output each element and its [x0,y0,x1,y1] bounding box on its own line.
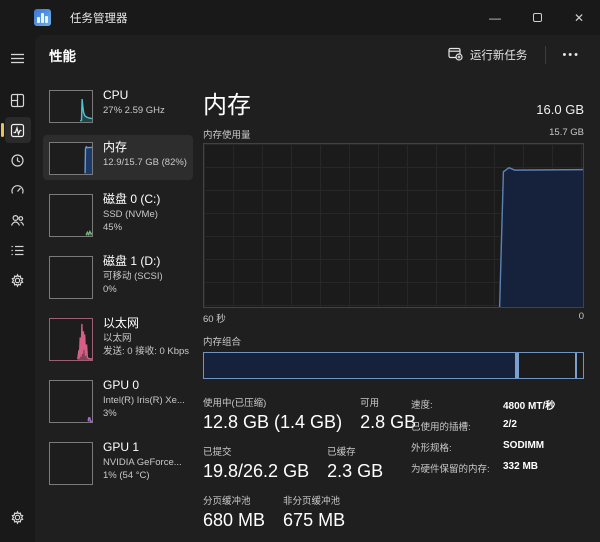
sidebar-item-sub: 发送: 0 接收: 0 Kbps [103,345,187,359]
memory-composition-bar[interactable] [203,352,584,379]
settings-gear-icon [10,510,25,525]
stat-committed: 已提交 19.8/26.2 GB [203,444,309,482]
services-cog-icon [10,273,25,288]
page-title: 性能 [49,45,76,65]
sidebar-item-title: CPU [103,88,165,104]
stat-slots-used: 已使用的插槽: 2/2 [411,419,584,433]
stat-in-use: 使用中(已压缩) 12.8 GB (1.4 GB) [203,395,342,433]
more-options-button[interactable]: ••• [556,45,586,65]
sidebar-item-sub: 45% [103,221,160,235]
startup-gauge-icon [10,183,25,198]
memory-composition-caption: 内存组合 [203,334,584,348]
performance-icon [10,123,25,138]
nav-expand-button[interactable] [5,45,31,71]
minimize-icon: — [489,11,501,25]
memory-stats: 使用中(已压缩) 12.8 GB (1.4 GB) 可用 2.8 GB [203,395,584,542]
titlebar: 任务管理器 — ✕ [0,0,600,35]
rail-item-services[interactable] [5,267,31,293]
sidebar-item-gpu1[interactable]: GPU 1 NVIDIA GeForce... 1% (54 °C) [43,435,193,490]
sidebar-item-sub: SSD (NVMe) [103,208,160,222]
stat-non-paged-pool: 非分页缓冲池 675 MB [283,493,345,531]
rail-item-startup-apps[interactable] [5,177,31,203]
rail-item-details[interactable] [5,237,31,263]
close-icon: ✕ [574,11,584,25]
performance-sidebar: CPU 27% 2.59 GHz 内存 12.9/15.7 GB (82%) [43,83,193,542]
content-header: 性能 运行新任务 ••• [35,35,600,75]
header-divider [545,46,546,64]
gpu1-mini-chart [49,442,93,485]
sidebar-item-title: 以太网 [103,316,187,332]
rail-item-performance[interactable] [5,117,31,143]
sidebar-item-title: GPU 0 [103,378,185,394]
task-manager-window: 任务管理器 — ✕ [0,0,600,542]
sidebar-item-disk1[interactable]: 磁盘 1 (D:) 可移动 (SCSI) 0% [43,249,193,304]
stat-form-factor: 外形规格: SODIMM [411,440,584,454]
usage-chart-max-label: 15.7 GB [549,127,584,141]
sidebar-item-title: 内存 [103,140,187,156]
minimize-button[interactable]: — [474,0,516,35]
memory-detail-panel: 内存 16.0 GB 内存使用量 15.7 GB 60 秒 0 内存组合 [203,83,584,542]
sidebar-item-title: GPU 1 [103,440,182,456]
sidebar-item-sub: 以太网 [103,332,187,346]
sidebar-item-sub: 0% [103,283,163,297]
app-history-clock-icon [10,153,25,168]
processes-icon [10,93,25,108]
sidebar-item-sub: 可移动 (SCSI) [103,270,163,284]
content-panel: 性能 运行新任务 ••• [35,35,600,542]
sidebar-item-gpu0[interactable]: GPU 0 Intel(R) Iris(R) Xe... 3% [43,373,193,428]
stat-paged-pool: 分页缓冲池 680 MB [203,493,265,531]
sidebar-item-title: 磁盘 1 (D:) [103,254,163,270]
disk0-mini-chart [49,194,93,237]
rail-item-users[interactable] [5,207,31,233]
usage-chart-caption: 内存使用量 [203,127,251,141]
close-button[interactable]: ✕ [558,0,600,35]
maximize-icon [533,13,542,22]
gpu0-mini-chart [49,380,93,423]
rail-item-settings[interactable] [5,504,31,530]
details-list-icon [10,243,25,258]
navigation-rail [0,35,35,542]
sidebar-item-sub: 12.9/15.7 GB (82%) [103,156,187,170]
memory-page-title: 内存 [203,85,251,120]
chart-xaxis-right-label: 0 [579,311,584,325]
stat-hardware-reserved: 为硬件保留的内存: 332 MB [411,461,584,475]
memory-usage-chart [203,143,584,308]
composition-divider-2 [575,353,577,378]
stat-cached: 已缓存 2.3 GB [327,444,383,482]
ethernet-mini-chart [49,318,93,361]
run-new-task-icon [448,47,463,64]
memory-stats-left: 使用中(已压缩) 12.8 GB (1.4 GB) 可用 2.8 GB [203,395,399,542]
sidebar-item-cpu[interactable]: CPU 27% 2.59 GHz [43,83,193,128]
window-title: 任务管理器 [70,10,128,26]
rail-item-app-history[interactable] [5,147,31,173]
composition-used-segment [204,353,519,378]
sidebar-item-memory[interactable]: 内存 12.9/15.7 GB (82%) [43,135,193,180]
sidebar-item-disk0[interactable]: 磁盘 0 (C:) SSD (NVMe) 45% [43,187,193,242]
users-icon [10,213,25,228]
memory-mini-chart [49,142,93,175]
run-new-task-label: 运行新任务 [470,47,528,63]
run-new-task-button[interactable]: 运行新任务 [440,42,536,69]
rail-item-processes[interactable] [5,87,31,113]
memory-total-capacity: 16.0 GB [536,102,584,120]
task-manager-app-icon [34,9,51,26]
chart-xaxis-left-label: 60 秒 [203,311,226,325]
cpu-mini-chart [49,90,93,123]
maximize-button[interactable] [516,0,558,35]
memory-stats-right: 速度: 4800 MT/秒 已使用的插槽: 2/2 外形规格: SODIMM [399,395,584,542]
sidebar-item-sub: 27% 2.59 GHz [103,104,165,118]
hamburger-icon [10,51,25,66]
sidebar-item-ethernet[interactable]: 以太网 以太网 发送: 0 接收: 0 Kbps [43,311,193,366]
sidebar-item-sub: Intel(R) Iris(R) Xe... [103,394,185,408]
disk1-mini-chart [49,256,93,299]
more-options-icon: ••• [562,49,580,61]
sidebar-item-sub: NVIDIA GeForce... [103,456,182,470]
sidebar-item-sub: 1% (54 °C) [103,469,182,483]
stat-speed: 速度: 4800 MT/秒 [411,397,584,412]
window-controls: — ✕ [474,0,600,35]
sidebar-item-title: 磁盘 0 (C:) [103,192,160,208]
sidebar-item-sub: 3% [103,407,185,421]
